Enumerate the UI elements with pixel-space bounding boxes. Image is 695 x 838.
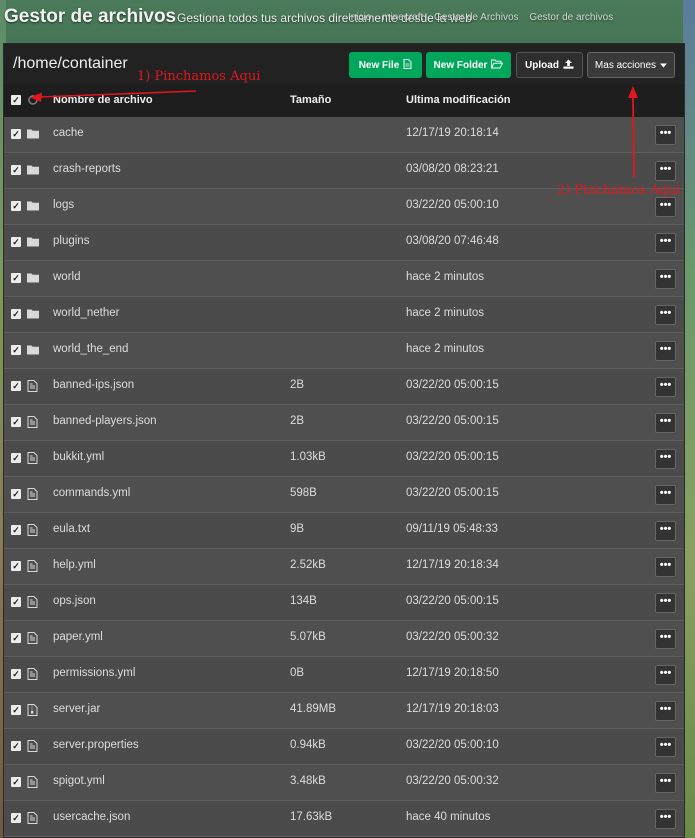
annotation-step2: 2) Pinchamos Aqui <box>557 183 681 198</box>
arrow-step1 <box>30 90 197 102</box>
arrow-step2 <box>628 86 638 178</box>
annotation-step1: 1) Pinchamos Aqui <box>137 69 261 84</box>
annotation-arrows <box>30 86 638 178</box>
